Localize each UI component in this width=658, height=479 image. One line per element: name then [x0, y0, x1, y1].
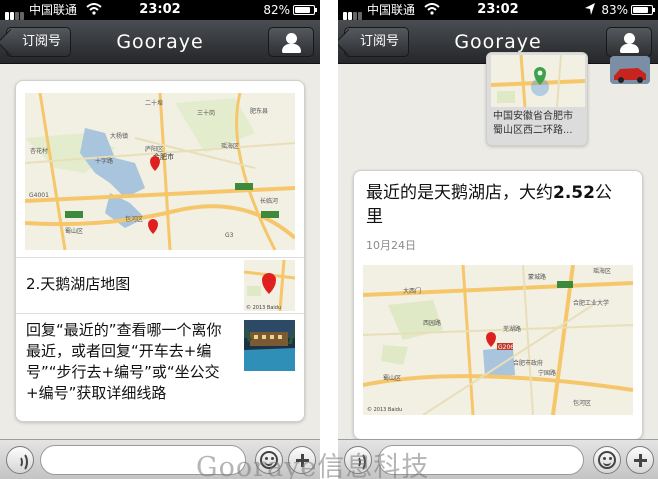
back-button[interactable]: 订阅号	[6, 27, 72, 57]
news-card[interactable]: 二十埠 十字路 合肥市 庐阳区 瑶海区 包河区 蜀山区 大杨镇 三十岗 杏花村 …	[15, 80, 305, 422]
hotel-photo-thumbnail	[244, 320, 295, 371]
map-label: 杏花村	[30, 147, 48, 155]
body-line: 最近，或者回复“开车去+编	[26, 342, 212, 360]
user-avatar[interactable]	[610, 56, 650, 84]
map-label: 合肥市政府	[513, 359, 543, 367]
map-image[interactable]: 合肥工业大学 瑶海区 蜀山区 包河区 西园路 大西门 G206 合肥市政府 芜湖…	[363, 265, 633, 415]
map-caption: © 2013 Baidu	[367, 406, 402, 413]
status-bar: 中国联通 23:02 82%	[0, 0, 320, 20]
map-label: 蜀山区	[65, 227, 83, 235]
card-date: 10月24日	[366, 239, 416, 252]
map-label: 庐阳区	[145, 145, 163, 153]
location-message-bubble[interactable]: 中国安徽省合肥市 蜀山区西二环路...	[486, 52, 588, 146]
map-label: 西园路	[423, 319, 441, 327]
map-label: G206	[498, 344, 514, 351]
map-label: G4001	[29, 192, 49, 199]
address-line: 蜀山区西二环路...	[493, 125, 573, 136]
map-label: 瑶海区	[593, 267, 611, 275]
map-label: 蒙城路	[528, 273, 546, 281]
plus-icon[interactable]	[626, 446, 654, 474]
watermark-text: Gooraye信息科技	[196, 452, 430, 479]
location-map	[491, 55, 585, 107]
battery-percent: 82%	[263, 3, 290, 17]
battery-level	[295, 7, 310, 13]
map-label: 包河区	[125, 215, 143, 223]
body-line: +编号”获取详细线路	[26, 384, 167, 402]
status-bar: 中国联通 23:02 83%	[338, 0, 658, 20]
left-phone-screen: 中国联通 23:02 82% 订阅号 Gooraye 二十埠 十字路 合肥市 庐…	[0, 0, 320, 479]
map-label: 瑶海区	[221, 142, 239, 150]
list-item-title: 2.天鹅湖店地图	[26, 275, 131, 293]
location-address: 中国安徽省合肥市 蜀山区西二环路...	[493, 110, 573, 138]
battery-icon	[293, 5, 317, 15]
address-line: 中国安徽省合肥市	[493, 111, 573, 122]
body-line: 号”“步行去+编号”或“坐公交	[26, 363, 220, 381]
map-label: 长临河	[260, 197, 278, 205]
battery-percent: 83%	[601, 3, 628, 17]
map-label: 合肥工业大学	[573, 299, 609, 307]
back-button-label: 订阅号	[360, 34, 400, 49]
back-button-label: 订阅号	[22, 34, 62, 49]
emoji-button[interactable]	[593, 446, 621, 474]
map-label: 宁国路	[538, 369, 556, 377]
list-item[interactable]: 2.天鹅湖店地图 © 2013 Baidu	[16, 257, 304, 313]
person-icon	[286, 33, 297, 44]
nav-bar: 订阅号 Gooraye	[0, 20, 320, 64]
map-caption: © 2013 Baidu	[246, 304, 281, 311]
card-title-text: 最近的是天鹅湖店，大约	[366, 183, 553, 203]
smiley-icon	[598, 451, 616, 469]
card-title-text: 里	[366, 207, 383, 227]
map-image[interactable]: 二十埠 十字路 合肥市 庐阳区 瑶海区 包河区 蜀山区 大杨镇 三十岗 杏花村 …	[25, 93, 295, 250]
profile-button[interactable]	[268, 27, 314, 57]
right-phone-screen: 中国联通 23:02 83% 订阅号 Gooraye 中国安徽省合肥市 蜀山区西…	[338, 0, 658, 479]
body-line: 回复“最近的”查看哪一个离你	[26, 321, 222, 339]
location-arrow-icon	[585, 3, 595, 15]
map-label: 芜湖路	[503, 325, 521, 333]
map-thumbnail: © 2013 Baidu	[244, 260, 295, 311]
map-label: 肥东县	[250, 107, 268, 115]
back-button[interactable]: 订阅号	[344, 27, 410, 57]
map-label: 包河区	[573, 399, 591, 407]
map-label: G3	[225, 232, 234, 239]
nav-title: Gooraye	[116, 31, 204, 53]
map-label: 蜀山区	[383, 374, 401, 382]
map-label: 二十埠	[145, 99, 163, 107]
person-icon	[624, 33, 635, 44]
map-label: 大杨镇	[110, 132, 128, 140]
battery-icon	[631, 5, 655, 15]
list-item-text: 回复“最近的”查看哪一个离你 最近，或者回复“开车去+编 号”“步行去+编号”或…	[26, 320, 244, 404]
distance-value: 2.52	[553, 183, 595, 203]
map-label: 三十岗	[197, 109, 215, 117]
battery-level	[633, 7, 648, 13]
map-label: 大西门	[403, 287, 421, 295]
profile-button[interactable]	[606, 27, 652, 57]
news-card[interactable]: 最近的是天鹅湖店，大约2.52公 里 10月24日 合肥工业大学 瑶海区 蜀山区…	[353, 170, 643, 440]
card-title-text: 公	[594, 183, 612, 203]
list-item[interactable]: 回复“最近的”查看哪一个离你 最近，或者回复“开车去+编 号”“步行去+编号”或…	[16, 313, 304, 421]
card-title: 最近的是天鹅湖店，大约2.52公 里	[366, 181, 636, 229]
map-label: 十字路	[95, 157, 113, 165]
voice-icon[interactable]	[6, 446, 34, 474]
